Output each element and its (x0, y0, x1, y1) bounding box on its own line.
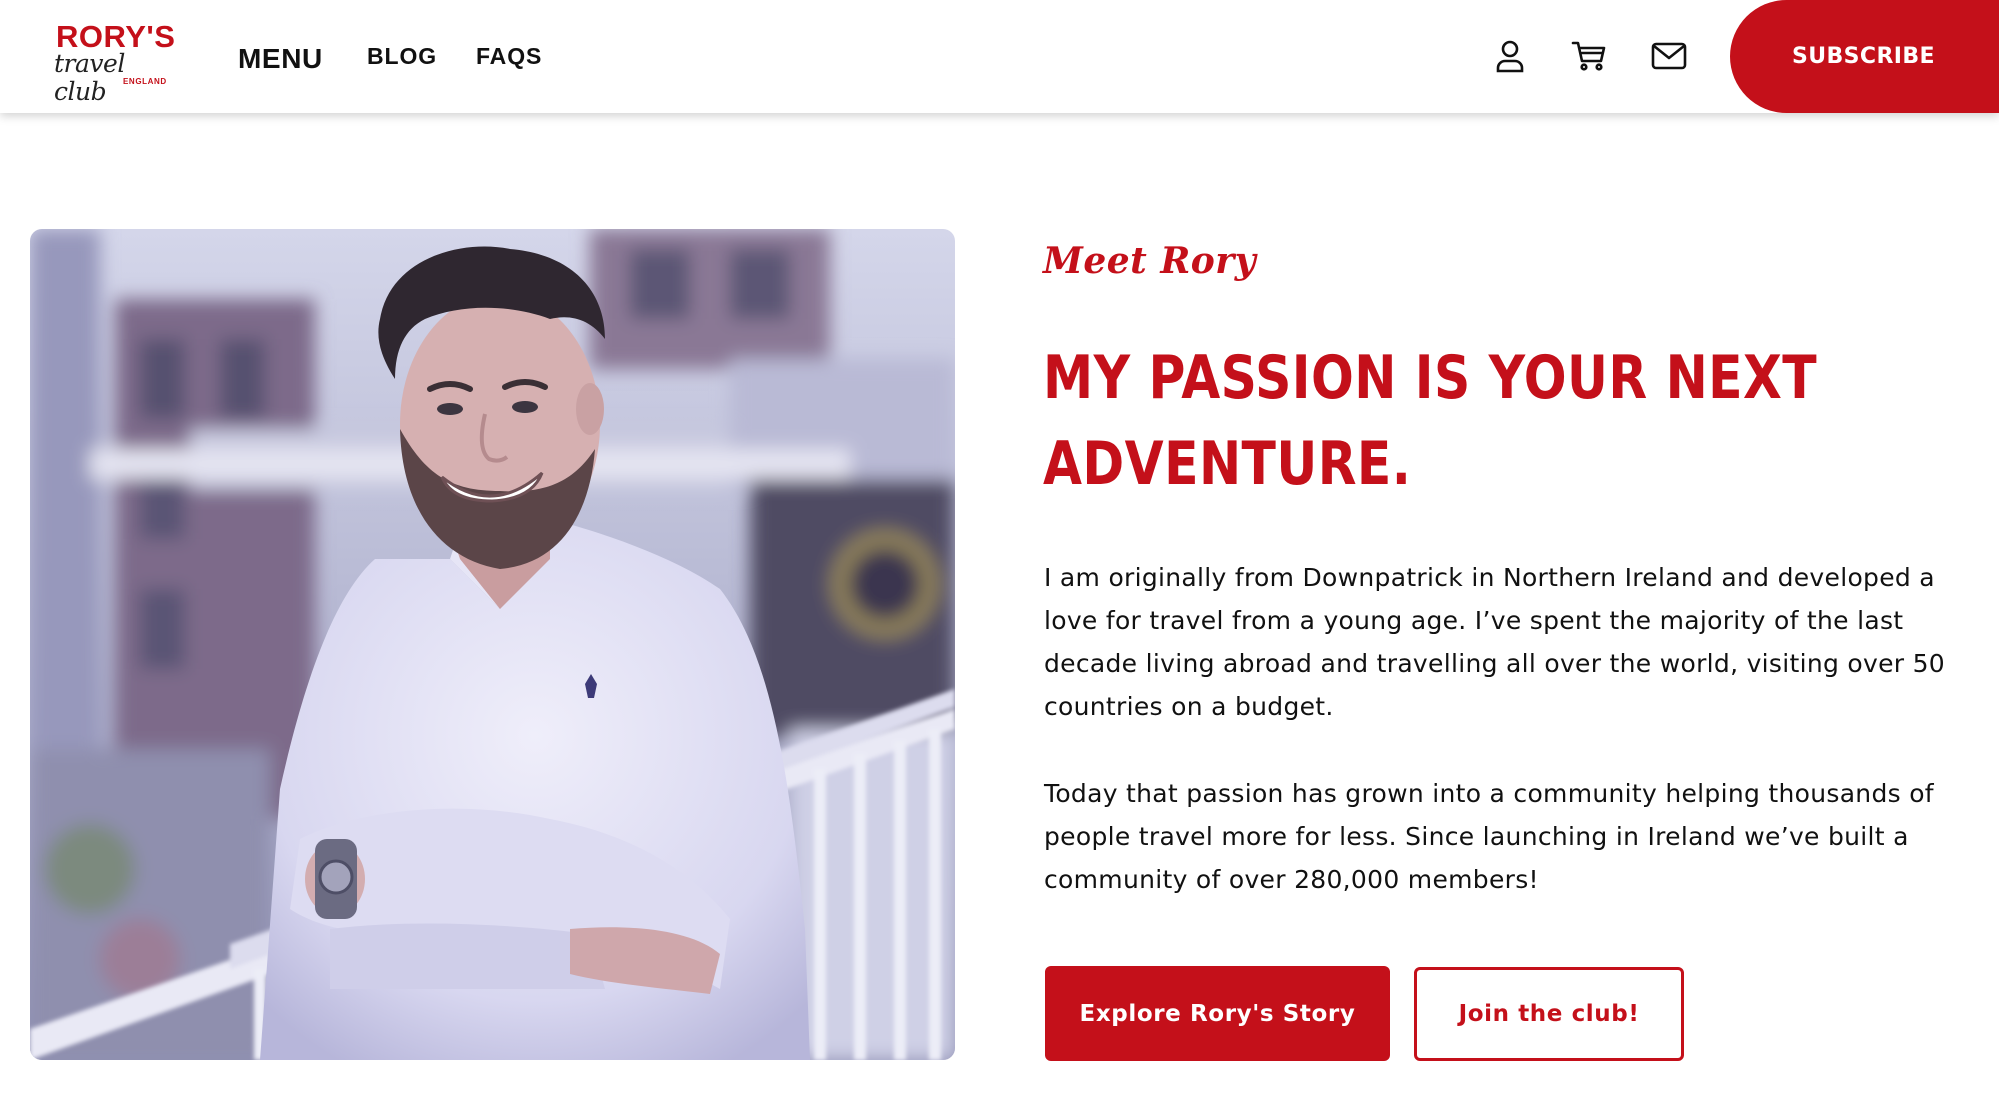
hero-headline-line2: ADVENTURE. (1043, 429, 1412, 499)
nav-menu-link[interactable]: MENU (238, 2, 323, 115)
subscribe-button[interactable]: SUBSCRIBE (1730, 0, 1999, 113)
intro-paragraph: I am originally from Downpatrick in Nort… (1044, 563, 1945, 721)
nav-faqs-link[interactable]: FAQS (476, 0, 542, 113)
logo-country: ENGLAND (123, 77, 167, 86)
meet-rory-eyebrow: Meet Rory (1043, 240, 1257, 282)
join-club-button[interactable]: Join the club! (1414, 967, 1684, 1061)
site-logo[interactable]: RORY'S travel club ENGLAND (54, 20, 180, 106)
nav-blog-link[interactable]: BLOG (367, 0, 437, 113)
account-icon[interactable] (1490, 36, 1530, 76)
explore-story-button[interactable]: Explore Rory's Story (1045, 966, 1390, 1061)
hero-headline-line1: MY PASSION IS YOUR NEXT (1043, 343, 1818, 413)
hero-headline: MY PASSION IS YOUR NEXT ADVENTURE. (1043, 335, 1817, 507)
site-header: RORY'S travel club ENGLAND MENU BLOG FAQ… (0, 0, 1999, 113)
mail-icon[interactable] (1649, 36, 1689, 76)
rory-portrait-photo (30, 229, 955, 1060)
community-paragraph: Today that passion has grown into a comm… (1044, 779, 1934, 894)
cart-icon[interactable] (1569, 36, 1609, 76)
